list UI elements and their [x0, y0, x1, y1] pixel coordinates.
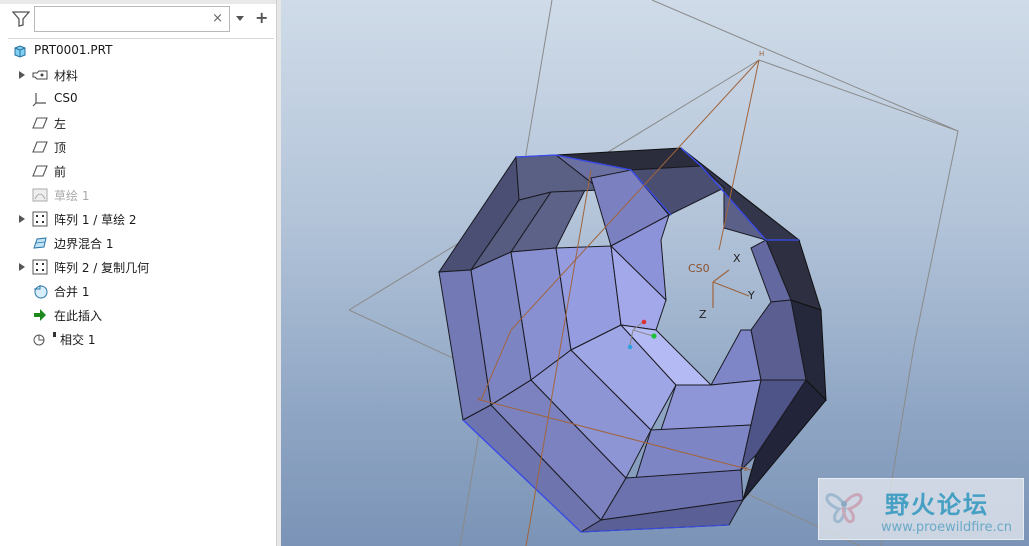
tree-item-top-plane[interactable]: 顶	[0, 136, 276, 158]
filter-icon[interactable]	[12, 11, 30, 27]
tree-item-label: 材料	[54, 69, 79, 83]
tree-item-pattern-1[interactable]: 阵列 1 / 草绘 2	[0, 208, 276, 230]
boundary-blend-icon	[33, 237, 47, 249]
tree-item-intersect-1[interactable]: 相交 1	[0, 328, 276, 350]
insert-here-arrow-icon	[34, 309, 46, 321]
part-cube-icon	[14, 45, 26, 58]
coordinate-system-icon	[32, 93, 46, 107]
tree-item-label: 合并 1	[54, 285, 90, 299]
tree-item-pattern-2[interactable]: 阵列 2 / 复制几何	[0, 256, 276, 278]
chevron-down-icon[interactable]	[236, 16, 244, 21]
expand-arrow-icon[interactable]	[19, 71, 25, 79]
merge-icon	[34, 285, 48, 299]
material-icon	[32, 70, 48, 80]
expand-arrow-icon[interactable]	[19, 215, 25, 223]
intersect-icon	[33, 334, 45, 346]
tree-item-label: 左	[54, 117, 67, 131]
tree-search-box[interactable]: ×	[34, 6, 230, 32]
svg-text:H: H	[759, 50, 764, 58]
tree-item-left-plane[interactable]: 左	[0, 112, 276, 134]
model-canvas[interactable]: H x z CS0 X Y Z	[281, 0, 1029, 546]
forum-watermark: 野火论坛 www.proewildfire.cn	[818, 478, 1024, 540]
tree-item-label: 边界混合 1	[54, 237, 114, 251]
graphics-viewport[interactable]: H x z CS0 X Y Z 野火论坛 www.proewildfire.cn	[281, 0, 1029, 546]
svg-text:z: z	[744, 465, 748, 473]
tree-item-front-plane[interactable]: 前	[0, 160, 276, 182]
tree-item-boundary-blend-1[interactable]: 边界混合 1	[0, 232, 276, 254]
watermark-url: www.proewildfire.cn	[881, 520, 1012, 535]
tree-root-label: PRT0001.PRT	[34, 43, 113, 57]
clear-search-icon[interactable]: ×	[212, 11, 223, 27]
datum-plane-icon	[32, 141, 48, 153]
tree-item-label: 在此插入	[54, 309, 103, 323]
tree-filter-row: × +	[0, 4, 276, 34]
expand-arrow-icon[interactable]	[19, 263, 25, 271]
add-column-icon[interactable]: +	[255, 9, 268, 27]
datum-plane-icon	[32, 165, 48, 177]
model-tree-panel: × + PRT0001.PRT 材料 CS0 左 顶 前 草绘 1 阵列 1 /…	[0, 0, 276, 546]
tree-item-label: 阵列 1 / 草绘 2	[54, 213, 137, 227]
tree-item-label: 阵列 2 / 复制几何	[54, 261, 150, 275]
tree-item-material[interactable]: 材料	[0, 64, 276, 86]
datum-plane-icon	[32, 117, 48, 129]
tree-item-label: CS0	[54, 91, 78, 105]
tree-item-insert-here[interactable]: 在此插入	[0, 304, 276, 326]
tree-item-label: 顶	[54, 141, 67, 155]
csys-label: CS0	[688, 262, 710, 275]
suppressed-marker-icon	[53, 332, 56, 337]
tree-divider	[8, 38, 274, 39]
coordinate-system-indicator: CS0 X Y Z	[688, 252, 755, 321]
tree-item-merge-1[interactable]: 合并 1	[0, 280, 276, 302]
y-axis-label: Y	[747, 289, 755, 302]
pattern-icon	[32, 211, 48, 227]
svg-text:x: x	[477, 395, 481, 403]
tree-item-label: 前	[54, 165, 67, 179]
sketch-icon	[32, 188, 48, 202]
pattern-icon	[32, 259, 48, 275]
forum-logo-icon	[825, 493, 863, 523]
tree-item-label: 草绘 1	[54, 189, 90, 203]
tree-item-sketch-1[interactable]: 草绘 1	[0, 184, 276, 206]
tree-search-input[interactable]	[39, 10, 213, 30]
z-axis-label: Z	[699, 308, 707, 321]
watermark-title: 野火论坛	[885, 490, 989, 519]
tree-root[interactable]: PRT0001.PRT	[0, 40, 276, 62]
tree-item-cs0[interactable]: CS0	[0, 88, 276, 110]
tree-item-label: 相交 1	[60, 333, 96, 347]
x-axis-label: X	[733, 252, 741, 265]
